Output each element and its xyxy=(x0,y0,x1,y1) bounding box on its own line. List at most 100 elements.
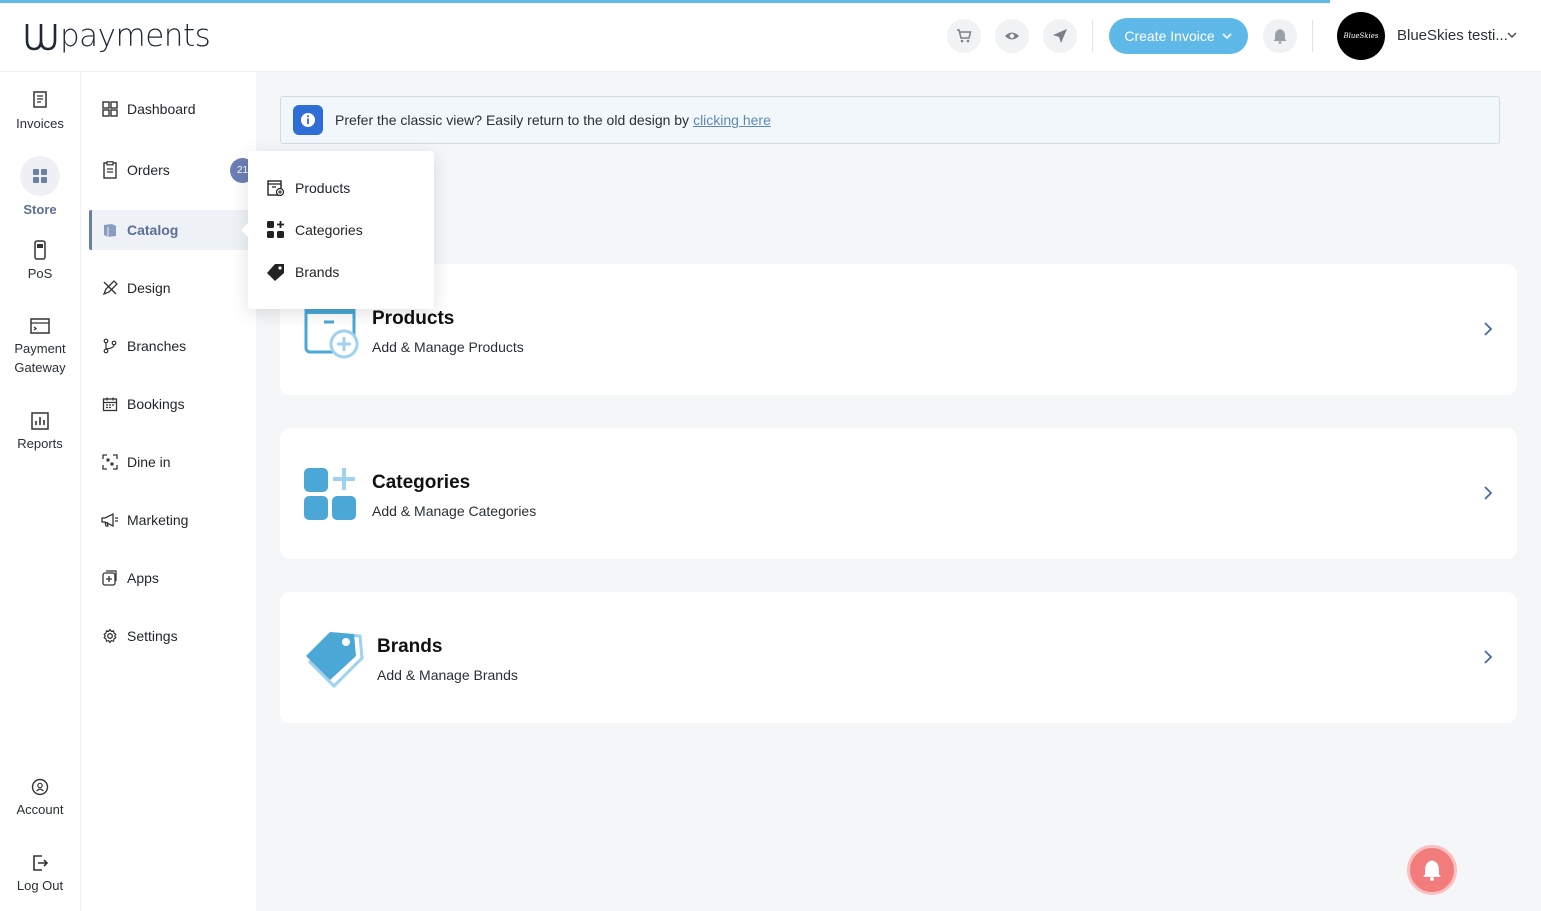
bell-icon xyxy=(1423,860,1441,881)
rail-label-pos: PoS xyxy=(27,266,53,281)
flyout-item-brands[interactable]: Brands xyxy=(266,260,339,284)
nav-item-bookings[interactable]: Bookings xyxy=(99,384,249,424)
payment-gateway-icon xyxy=(30,318,50,334)
bell-icon xyxy=(1273,29,1287,44)
rail-label-payment: Payment xyxy=(14,341,66,356)
gear-icon xyxy=(103,628,117,644)
rail-item-invoices[interactable]: Invoices xyxy=(0,90,80,131)
classic-view-link[interactable]: clicking here xyxy=(693,112,771,128)
nav-label-branches: Branches xyxy=(127,338,187,354)
chevron-right-icon xyxy=(1484,322,1493,336)
product-box-icon xyxy=(267,180,285,197)
pos-terminal-icon xyxy=(34,240,46,260)
store-nav: Dashboard Orders 21 Catalog Design Branc… xyxy=(80,72,256,911)
rail-label-reports: Reports xyxy=(17,436,63,451)
notification-bell-button[interactable] xyxy=(1407,845,1457,895)
flyout-arrow xyxy=(241,223,248,237)
products-card[interactable]: Products Add & Manage Products xyxy=(280,264,1517,395)
apps-plus-icon xyxy=(102,570,117,586)
calendar-icon xyxy=(102,397,118,412)
brands-card[interactable]: Brands Add & Manage Brands xyxy=(280,592,1517,723)
rail-item-logout[interactable]: Log Out xyxy=(0,854,80,893)
catalog-flyout-menu: Products Categories Brands xyxy=(241,151,434,309)
category-grid-icon xyxy=(267,221,284,238)
rail-item-pos[interactable]: PoS xyxy=(0,240,80,281)
nav-item-apps[interactable]: Apps xyxy=(99,558,249,598)
rail-item-account[interactable]: Account xyxy=(0,778,80,817)
chevron-right-icon xyxy=(1484,486,1493,500)
header-divider xyxy=(1092,20,1093,52)
classic-view-banner: Prefer the classic view? Easily return t… xyxy=(280,96,1500,144)
categories-card-subtitle: Add & Manage Categories xyxy=(372,503,537,519)
cart-button[interactable] xyxy=(947,19,981,53)
logout-icon xyxy=(33,855,49,871)
rail-item-payment-gateway[interactable]: Payment Gateway xyxy=(0,317,80,375)
rail-label-store: Store xyxy=(23,202,57,217)
nav-item-catalog[interactable]: Catalog xyxy=(89,210,249,250)
logo-mark-icon xyxy=(25,24,57,51)
notifications-button[interactable] xyxy=(1263,19,1297,53)
products-box-icon xyxy=(304,302,359,359)
qr-scan-icon xyxy=(102,454,118,470)
rail-label-invoices: Invoices xyxy=(16,116,64,131)
products-card-title: Products xyxy=(372,308,455,329)
categories-card[interactable]: Categories Add & Manage Categories xyxy=(280,428,1517,559)
flyout-item-products[interactable]: Products xyxy=(266,176,350,200)
rail-item-reports[interactable]: Reports xyxy=(0,412,80,451)
design-pencil-icon xyxy=(102,280,118,296)
account-name[interactable]: BlueSkies testi... xyxy=(1397,27,1508,44)
rail-label-logout: Log Out xyxy=(16,878,64,893)
logo-text: payments xyxy=(60,18,211,54)
header-divider-2 xyxy=(1312,20,1313,52)
orders-icon xyxy=(103,161,117,179)
send-icon xyxy=(1053,29,1067,43)
reports-icon xyxy=(31,412,49,430)
account-chevron-down-icon[interactable] xyxy=(1506,29,1518,41)
chevron-down-icon xyxy=(1222,33,1232,40)
eye-icon xyxy=(1005,32,1019,40)
nav-item-design[interactable]: Design xyxy=(99,268,249,308)
brands-card-subtitle: Add & Manage Brands xyxy=(377,667,518,683)
page-load-progress xyxy=(0,0,1330,3)
invoice-icon xyxy=(33,91,47,108)
branches-icon xyxy=(103,338,117,354)
store-icon xyxy=(33,169,47,183)
nav-item-settings[interactable]: Settings xyxy=(99,616,249,656)
send-button[interactable] xyxy=(1043,19,1077,53)
products-card-subtitle: Add & Manage Products xyxy=(372,339,524,355)
nav-item-marketing[interactable]: Marketing xyxy=(99,500,249,540)
preview-button[interactable] xyxy=(995,19,1029,53)
nav-item-orders[interactable]: Orders 21 xyxy=(99,150,255,190)
rail-item-store[interactable]: Store xyxy=(0,156,80,217)
categories-grid-icon xyxy=(304,468,356,520)
nav-item-branches[interactable]: Branches xyxy=(99,326,249,366)
create-invoice-button[interactable]: Create Invoice xyxy=(1109,18,1248,54)
brand-tag-icon xyxy=(306,632,364,688)
nav-label-design: Design xyxy=(127,280,171,296)
nav-label-catalog: Catalog xyxy=(127,222,179,238)
nav-item-dine-in[interactable]: Dine in xyxy=(99,442,249,482)
banner-text: Prefer the classic view? Easily return t… xyxy=(335,112,690,128)
flyout-label-products: Products xyxy=(295,180,351,196)
nav-label-orders: Orders xyxy=(127,162,170,178)
megaphone-icon xyxy=(101,512,118,528)
create-invoice-label: Create Invoice xyxy=(1124,28,1215,44)
info-icon xyxy=(293,105,323,135)
primary-rail: Invoices Store PoS Payment Gateway Repor… xyxy=(0,72,80,911)
avatar[interactable]: BlueSkies xyxy=(1337,12,1385,60)
nav-label-bookings: Bookings xyxy=(127,396,185,412)
top-header: payments Create Invoice BlueSkies BlueSk… xyxy=(0,0,1541,72)
flyout-label-categories: Categories xyxy=(295,222,363,238)
brand-logo[interactable]: payments xyxy=(24,18,211,54)
tag-icon xyxy=(267,264,284,281)
account-icon xyxy=(31,778,49,796)
nav-item-dashboard[interactable]: Dashboard xyxy=(99,89,249,129)
flyout-item-categories[interactable]: Categories xyxy=(266,218,363,242)
nav-label-dine-in: Dine in xyxy=(127,454,171,470)
brands-card-title: Brands xyxy=(377,636,443,657)
rail-label-gateway: Gateway xyxy=(14,360,66,375)
cart-icon xyxy=(957,29,972,43)
chevron-right-icon xyxy=(1484,650,1493,664)
flyout-label-brands: Brands xyxy=(295,264,340,280)
dashboard-icon xyxy=(102,101,118,117)
